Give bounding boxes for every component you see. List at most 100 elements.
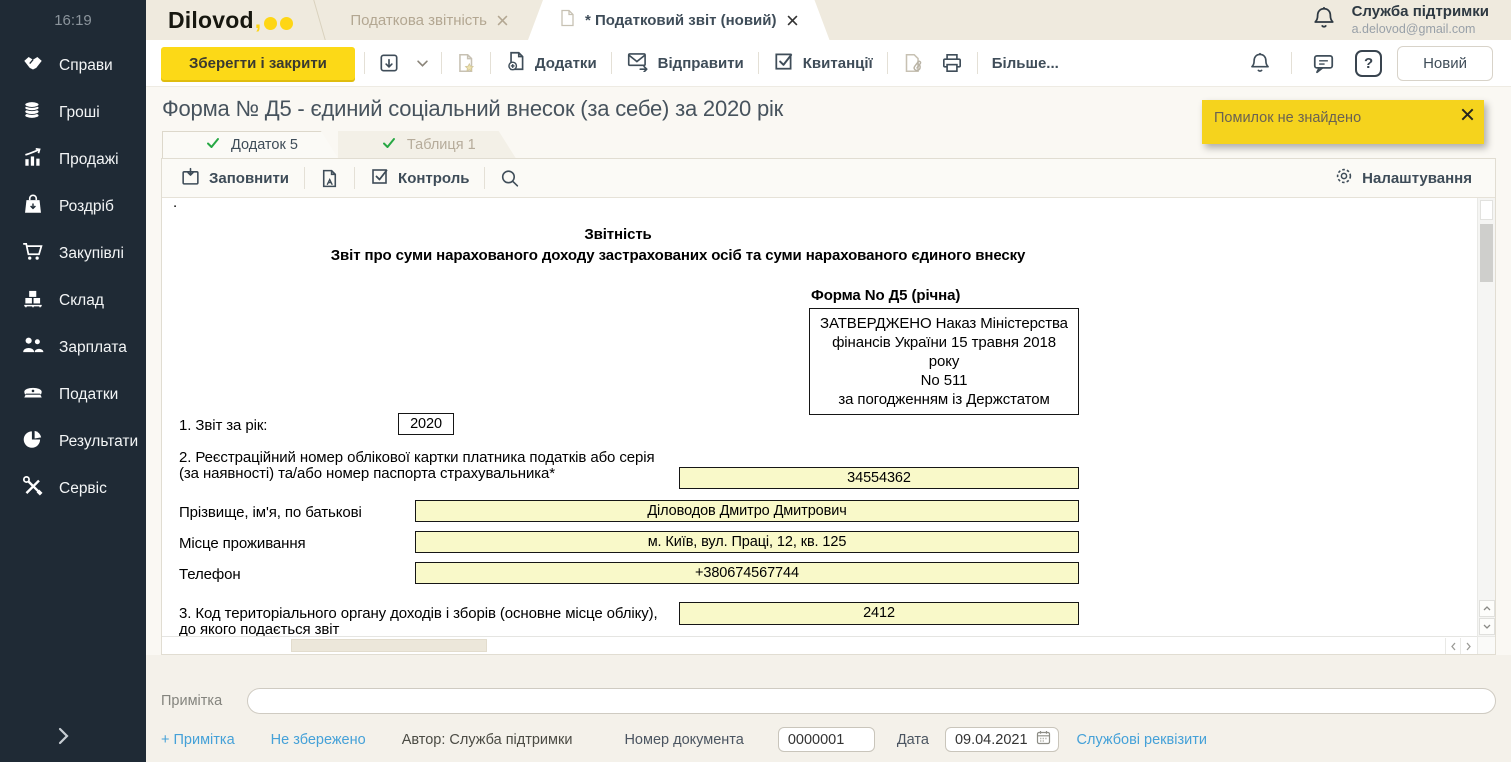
territory-code-label-line2: до якого подається звіт bbox=[179, 622, 658, 636]
bell-icon[interactable] bbox=[1244, 51, 1276, 75]
close-icon[interactable] bbox=[787, 15, 798, 26]
horizontal-scroll-thumb[interactable] bbox=[291, 639, 487, 652]
year-field[interactable]: 2020 bbox=[398, 413, 454, 435]
check-icon bbox=[382, 137, 396, 153]
more-label: Більше... bbox=[992, 55, 1059, 72]
settings-label: Налаштування bbox=[1362, 170, 1472, 187]
document-icon bbox=[560, 9, 575, 31]
doc-number-input[interactable] bbox=[778, 727, 875, 752]
settings-button[interactable]: Налаштування bbox=[1334, 166, 1482, 190]
save-and-close-button[interactable]: Зберегти і закрити bbox=[161, 47, 355, 80]
document-toolbar: Зберегти і закрити Додатки Відправити Кв… bbox=[146, 40, 1511, 87]
tab-tax-reporting[interactable]: Податкова звітність bbox=[322, 0, 528, 40]
toolbar-right-group: ? Новий bbox=[1244, 46, 1493, 81]
chevron-right-icon[interactable] bbox=[1460, 638, 1475, 654]
close-icon[interactable] bbox=[497, 15, 508, 26]
sidebar-collapse-chevron-icon[interactable] bbox=[58, 727, 69, 750]
search-icon[interactable] bbox=[495, 168, 524, 189]
territory-code-field[interactable]: 2412 bbox=[679, 602, 1079, 625]
attachments-button[interactable]: Додатки bbox=[500, 50, 602, 76]
shopping-bag-icon bbox=[21, 193, 45, 220]
not-saved-status[interactable]: Не збережено bbox=[271, 732, 366, 748]
stray-dot: . bbox=[173, 198, 177, 211]
calendar-icon[interactable] bbox=[1036, 730, 1051, 749]
chevron-down-icon[interactable] bbox=[413, 60, 432, 67]
sidebar-item-taxes[interactable]: Податки bbox=[0, 371, 146, 418]
territory-code-label-line1: 3. Код територіального органу доходів і … bbox=[179, 606, 658, 622]
full-name-field[interactable]: Діловодов Дмитро Дмитрович bbox=[415, 500, 1079, 522]
note-input[interactable] bbox=[247, 688, 1496, 714]
sidebar-item-label: Зарплата bbox=[59, 339, 127, 357]
browser-tabbar: Dilovod, Податкова звітність * Податкови… bbox=[146, 0, 1511, 40]
approved-line: No 511 bbox=[816, 371, 1072, 390]
tab-appendix-5[interactable]: Додаток 5 bbox=[162, 131, 338, 158]
meta-row: + Примітка Не збережено Автор: Служба пі… bbox=[161, 727, 1496, 752]
doc-tab-label: Таблиця 1 bbox=[407, 137, 476, 153]
send-button[interactable]: Відправити bbox=[621, 50, 749, 76]
new-button[interactable]: Новий bbox=[1397, 46, 1493, 81]
notification-text: Помилок не знайдено bbox=[1214, 110, 1361, 126]
new-label: Новий bbox=[1423, 55, 1467, 72]
fill-down-icon bbox=[180, 166, 201, 191]
form-toolbar: Заповнити Контроль Налаштування bbox=[162, 159, 1495, 198]
sidebar-item-sales[interactable]: Продажі bbox=[0, 136, 146, 183]
sidebar-item-salary[interactable]: Зарплата bbox=[0, 324, 146, 371]
toolbar-divider bbox=[977, 52, 978, 74]
sidebar-item-service[interactable]: Сервіс bbox=[0, 465, 146, 512]
pdf-document-icon[interactable] bbox=[315, 168, 344, 189]
more-button[interactable]: Більше... bbox=[987, 55, 1064, 72]
vertical-scroll-thumb[interactable] bbox=[1480, 224, 1493, 282]
receipts-button[interactable]: Квитанції bbox=[768, 50, 878, 76]
sidebar-item-label: Склад bbox=[59, 292, 104, 310]
clock: 16:19 bbox=[0, 0, 146, 42]
tab-tax-report-new[interactable]: * Податковий звіт (новий) bbox=[528, 0, 830, 40]
tab-table-1[interactable]: Таблиця 1 bbox=[338, 131, 516, 158]
form-heading-1: Звітність bbox=[162, 226, 1074, 243]
bell-icon[interactable] bbox=[1311, 5, 1337, 36]
address-label: Місце проживання bbox=[179, 535, 306, 552]
receipts-label: Квитанції bbox=[803, 55, 873, 72]
phone-field[interactable]: +380674567744 bbox=[415, 562, 1079, 584]
envelope-send-icon bbox=[626, 50, 650, 76]
toolbar-divider bbox=[441, 52, 442, 74]
print-icon[interactable] bbox=[936, 52, 968, 74]
date-input[interactable]: 09.04.2021 bbox=[945, 727, 1059, 752]
sidebar-item-warehouse[interactable]: Склад bbox=[0, 277, 146, 324]
save-icon[interactable] bbox=[374, 52, 404, 74]
address-field[interactable]: м. Київ, вул. Праці, 12, кв. 125 bbox=[415, 531, 1079, 553]
chevron-up-icon[interactable] bbox=[1479, 600, 1495, 617]
chevron-down-icon[interactable] bbox=[1479, 618, 1495, 635]
sidebar-item-purchases[interactable]: Закупівлі bbox=[0, 230, 146, 277]
vertical-scrollbar[interactable] bbox=[1477, 198, 1495, 636]
add-note-link[interactable]: + Примітка bbox=[161, 732, 235, 748]
tab-label: * Податковий звіт (новий) bbox=[585, 12, 777, 29]
handshake-icon bbox=[21, 52, 45, 79]
template-star-icon[interactable] bbox=[451, 52, 481, 74]
close-icon[interactable] bbox=[1461, 108, 1474, 125]
attach-file-icon[interactable] bbox=[897, 52, 927, 74]
sidebar-item-retail[interactable]: Роздріб bbox=[0, 183, 146, 230]
scroll-up-button[interactable] bbox=[1480, 200, 1493, 220]
sidebar-item-cases[interactable]: Справи bbox=[0, 42, 146, 89]
dilovod-logo[interactable]: Dilovod, bbox=[146, 0, 317, 40]
form-type-label: Форма No Д5 (річна) bbox=[811, 287, 960, 304]
reg-number-label: 2. Реєстраційний номер облікової картки … bbox=[179, 450, 655, 482]
vertical-scroll-buttons bbox=[1478, 599, 1496, 636]
logo-dot bbox=[280, 17, 293, 30]
control-button[interactable]: Контроль bbox=[365, 166, 474, 190]
doc-number-label: Номер документа bbox=[624, 732, 743, 748]
fill-button[interactable]: Заповнити bbox=[175, 166, 294, 191]
save-and-close-label: Зберегти і закрити bbox=[189, 55, 327, 72]
toolbar-divider bbox=[364, 52, 365, 74]
document-plus-icon bbox=[505, 50, 527, 76]
chevron-left-icon[interactable] bbox=[1445, 638, 1460, 654]
reg-number-field[interactable]: 34554362 bbox=[679, 467, 1079, 489]
sidebar-item-money[interactable]: Гроші bbox=[0, 89, 146, 136]
year-label: 1. Звіт за рік: bbox=[179, 417, 267, 434]
service-details-link[interactable]: Службові реквізити bbox=[1077, 732, 1207, 748]
horizontal-scrollbar[interactable] bbox=[162, 636, 1477, 654]
user-area[interactable]: Служба підтримки a.delovod@gmail.com bbox=[1311, 0, 1511, 40]
chat-icon[interactable] bbox=[1307, 51, 1340, 75]
help-icon[interactable]: ? bbox=[1355, 50, 1382, 77]
sidebar-item-results[interactable]: Результати bbox=[0, 418, 146, 465]
